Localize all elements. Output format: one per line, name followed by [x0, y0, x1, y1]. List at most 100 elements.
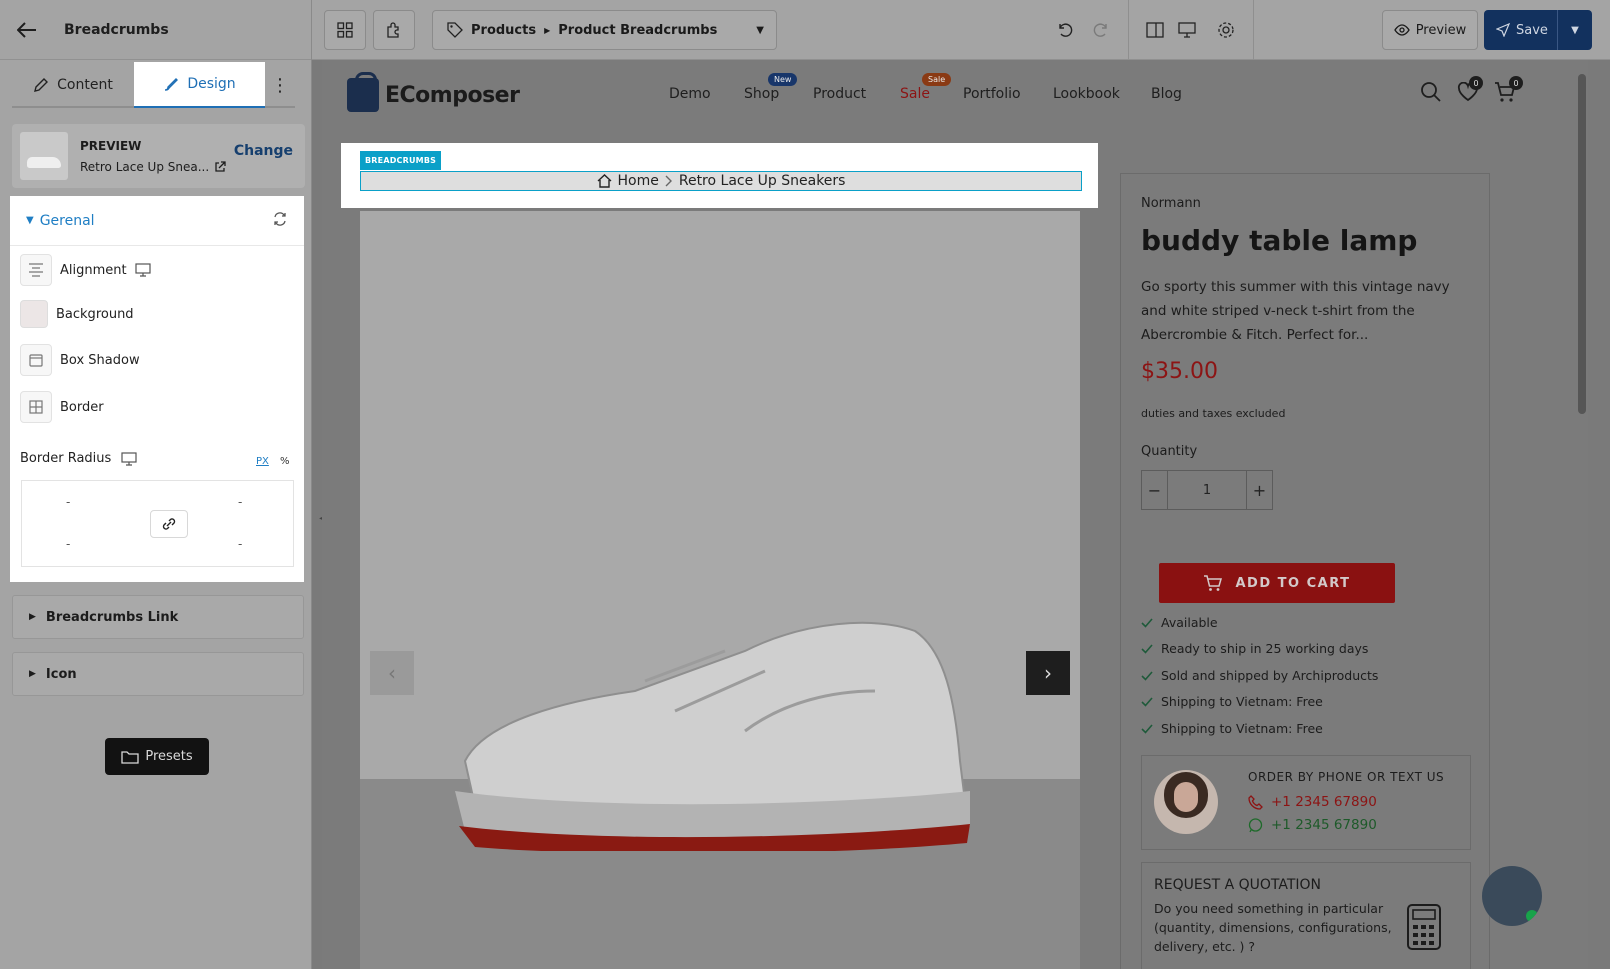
undo-icon[interactable] [1053, 18, 1077, 42]
wishlist-count: 0 [1469, 76, 1483, 90]
extensions-button[interactable] [373, 10, 415, 50]
tax-note: duties and taxes excluded [1141, 407, 1286, 420]
support-avatar [1154, 770, 1218, 834]
search-icon[interactable] [1419, 80, 1443, 104]
border-radius-label: Border Radius [20, 451, 137, 466]
desktop-icon[interactable] [121, 451, 137, 466]
add-to-cart-button[interactable]: ADD TO CART [1159, 563, 1395, 603]
editor-toolbar: Products ▶ Product Breadcrumbs ▼ Preview… [312, 0, 1610, 60]
feature-text: Shipping to Vietnam: Free [1161, 694, 1323, 709]
feature-item: Ready to ship in 25 working days [1141, 641, 1368, 656]
radius-bottom-right-input[interactable]: - [238, 537, 242, 551]
page-type: Products [471, 22, 537, 38]
store-logo[interactable]: EComposer [347, 72, 520, 112]
radius-bottom-left-input[interactable]: - [66, 537, 70, 551]
preview-label: PREVIEW [80, 138, 142, 153]
border-row[interactable]: Border [20, 391, 104, 423]
caret-down-icon: ▼ [26, 215, 34, 226]
layout-grid-button[interactable] [324, 10, 366, 50]
add-to-cart-label: ADD TO CART [1235, 575, 1351, 591]
nav-blog[interactable]: Blog [1151, 86, 1182, 102]
whatsapp-link[interactable]: +1 2345 67890 [1248, 817, 1377, 833]
link-values-icon[interactable] [150, 510, 188, 538]
alignment-row[interactable]: Alignment [20, 254, 151, 286]
feature-item: Available [1141, 615, 1218, 630]
product-price: $35.00 [1141, 359, 1218, 384]
sidebar-toggle-icon[interactable] [1143, 18, 1167, 42]
nav-portfolio[interactable]: Portfolio [963, 86, 1021, 102]
feature-text: Ready to ship in 25 working days [1161, 641, 1369, 656]
tab-content[interactable]: Content [12, 62, 134, 108]
tag-icon [447, 22, 463, 38]
presets-button[interactable]: Presets [105, 738, 209, 775]
save-button[interactable]: Save ▼ [1484, 10, 1592, 50]
chevron-down-icon: ▼ [756, 24, 764, 36]
preview-button[interactable]: Preview [1382, 10, 1478, 50]
breadcrumbs-link-label: Breadcrumbs Link [45, 609, 179, 625]
quantity-increase-button[interactable]: + [1247, 471, 1272, 509]
nav-shop[interactable]: Shop [744, 86, 779, 102]
phone-link[interactable]: +1 2345 67890 [1248, 794, 1377, 810]
scrollbar-thumb[interactable] [1578, 74, 1586, 414]
phone-icon [1248, 794, 1263, 810]
nav-demo[interactable]: Demo [669, 86, 711, 102]
check-icon [1141, 723, 1153, 734]
radius-top-left-input[interactable]: - [66, 495, 70, 509]
desktop-icon[interactable] [135, 263, 151, 277]
unit-percent-toggle[interactable]: % [280, 456, 290, 467]
settings-gear-icon[interactable] [1214, 18, 1238, 42]
change-product-link[interactable]: Change [234, 143, 293, 159]
general-title: Gerenal [39, 212, 95, 229]
redo-icon[interactable] [1089, 18, 1113, 42]
reset-icon[interactable] [272, 211, 288, 231]
box-shadow-label: Box Shadow [60, 352, 140, 368]
breadcrumb-home-link[interactable]: Home [618, 173, 659, 189]
border-label: Border [60, 399, 104, 415]
unit-px-toggle[interactable]: PX [256, 456, 269, 467]
radius-top-right-input[interactable]: - [238, 495, 242, 509]
chat-avatar-button[interactable] [1482, 866, 1542, 926]
back-arrow-icon[interactable] [16, 19, 38, 41]
preview-product-name[interactable]: Retro Lace Up Snea... [80, 160, 234, 174]
save-options-chevron-icon[interactable]: ▼ [1558, 25, 1592, 36]
quantity-input[interactable]: 1 [1167, 471, 1247, 509]
slider-prev-button[interactable]: ‹ [370, 651, 414, 695]
whatsapp-number: +1 2345 67890 [1271, 817, 1377, 833]
save-label: Save [1516, 22, 1548, 38]
quantity-decrease-button[interactable]: − [1142, 471, 1167, 509]
shopping-bag-logo-icon [347, 72, 379, 112]
save-main-button[interactable]: Save [1484, 10, 1558, 50]
box-shadow-row[interactable]: Box Shadow [20, 344, 140, 376]
brush-icon [165, 78, 179, 91]
quote-title: REQUEST A QUOTATION [1154, 877, 1322, 893]
feature-text: Sold and shipped by Archiproducts [1161, 668, 1379, 683]
tab-design[interactable]: Design [134, 62, 265, 108]
preview-product-text: Retro Lace Up Snea... [80, 159, 210, 174]
phone-number: +1 2345 67890 [1271, 794, 1377, 810]
nav-product[interactable]: Product [813, 86, 866, 102]
nav-sale[interactable]: Sale [900, 86, 930, 102]
panel-header: Breadcrumbs [0, 0, 311, 60]
breadcrumbs-link-accordion[interactable]: ▶ Breadcrumbs Link [12, 595, 304, 639]
caret-right-icon: ▶ [544, 25, 551, 35]
page-selector[interactable]: Products ▶ Product Breadcrumbs ▼ [432, 10, 777, 50]
element-tag: BREADCRUMBS [360, 151, 442, 170]
icon-accordion[interactable]: ▶ Icon [12, 652, 304, 696]
more-options-icon[interactable]: ⋮ [265, 62, 295, 108]
general-header[interactable]: ▼ Gerenal [10, 196, 304, 246]
caret-right-icon: ▶ [29, 669, 36, 679]
background-swatch[interactable] [20, 300, 48, 328]
cart-count: 0 [1509, 76, 1523, 90]
canvas-scrollbar[interactable] [1576, 60, 1588, 969]
slider-next-button[interactable]: › [1026, 651, 1070, 695]
product-vendor[interactable]: Normann [1141, 196, 1201, 211]
feature-item: Sold and shipped by Archiproducts [1141, 668, 1378, 683]
desktop-view-icon[interactable] [1175, 18, 1199, 42]
breadcrumbs-block[interactable]: BREADCRUMBS Home Retro Lace Up Sneakers [341, 143, 1098, 208]
calculator-icon [1407, 904, 1441, 950]
whatsapp-icon [1248, 817, 1263, 832]
background-row[interactable]: Background [20, 300, 134, 328]
preview-label: Preview [1415, 22, 1467, 38]
nav-lookbook[interactable]: Lookbook [1053, 86, 1120, 102]
cart-icon [1204, 575, 1223, 591]
